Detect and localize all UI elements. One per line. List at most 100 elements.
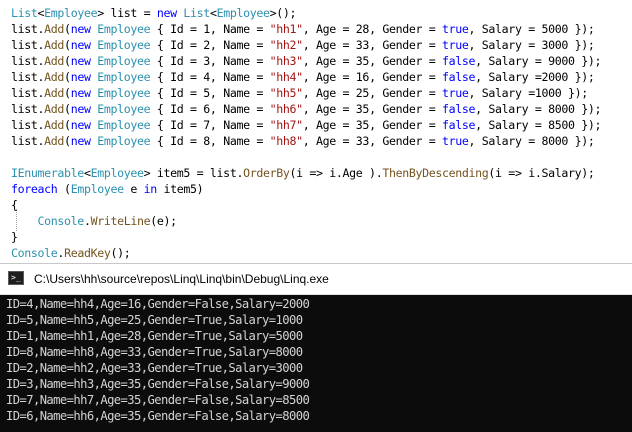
code-line: } <box>11 229 18 245</box>
code-token: "hh7" <box>269 118 304 132</box>
console-output-line: ID=7,Name=hh7,Age=35,Gender=False,Salary… <box>6 393 310 407</box>
code-line: list.Add(new Employee { Id = 8, Name = "… <box>11 133 595 149</box>
code-line: list.Add(new Employee { Id = 1, Name = "… <box>11 21 595 37</box>
code-token: { <box>11 198 18 212</box>
code-token: Employee <box>97 54 151 68</box>
code-token: , Age = 35, Gender = <box>302 118 442 132</box>
code-line: list.Add(new Employee { Id = 6, Name = "… <box>11 101 601 117</box>
code-token: false <box>442 54 476 68</box>
code-token: Employee <box>97 22 151 36</box>
code-token: Employee <box>97 118 151 132</box>
code-token: foreach <box>11 182 58 196</box>
code-token: > list = <box>97 6 157 20</box>
code-token: ThenByDescending <box>382 166 489 180</box>
code-token: { Id = 2, Name = <box>150 38 270 52</box>
code-token: "hh8" <box>269 134 304 148</box>
code-token: list. <box>11 86 45 100</box>
code-token: ( <box>64 102 71 116</box>
code-token: list. <box>11 38 45 52</box>
code-token: . <box>83 214 91 228</box>
code-token: IEnumerable <box>11 166 84 180</box>
console-output-line: ID=1,Name=hh1,Age=28,Gender=True,Salary=… <box>6 329 303 343</box>
code-token: Employee <box>90 166 144 180</box>
code-line: list.Add(new Employee { Id = 2, Name = "… <box>11 37 595 53</box>
code-token: list. <box>11 118 45 132</box>
code-token: { Id = 4, Name = <box>150 70 270 84</box>
code-token: ( <box>64 38 71 52</box>
code-token: (i => i.Age ). <box>289 166 383 180</box>
code-token: < <box>83 166 91 180</box>
code-token: > item5 = list. <box>143 166 244 180</box>
code-token: < <box>209 6 217 20</box>
code-token: , Salary = 8000 }); <box>468 134 595 148</box>
code-token: List <box>11 6 38 20</box>
console-window-icon: >_ <box>8 271 24 285</box>
console-output: ID=4,Name=hh4,Age=16,Gender=False,Salary… <box>6 296 310 424</box>
console-window[interactable]: >_ C:\Users\hh\source\repos\Linq\Linq\bi… <box>0 263 632 432</box>
code-token: new <box>70 22 91 36</box>
code-token: Employee <box>216 6 270 20</box>
console-output-line: ID=6,Name=hh6,Age=35,Gender=False,Salary… <box>6 409 310 423</box>
code-token: WriteLine <box>90 214 151 228</box>
code-line: list.Add(new Employee { Id = 5, Name = "… <box>11 85 588 101</box>
code-editor[interactable]: List<Employee> list = new List<Employee>… <box>0 0 632 263</box>
code-token: { Id = 1, Name = <box>150 22 270 36</box>
code-token: { Id = 3, Name = <box>150 54 270 68</box>
code-token: "hh6" <box>269 102 304 116</box>
code-token: , Age = 35, Gender = <box>302 54 442 68</box>
code-token: new <box>70 54 91 68</box>
code-token: ReadKey <box>64 246 111 260</box>
code-token: { Id = 7, Name = <box>150 118 270 132</box>
code-token: new <box>70 102 91 116</box>
code-token: true <box>442 86 469 100</box>
code-token: ( <box>64 22 71 36</box>
code-line: list.Add(new Employee { Id = 7, Name = "… <box>11 117 601 133</box>
code-token: Add <box>44 134 65 148</box>
console-output-line: ID=5,Name=hh5,Age=25,Gender=True,Salary=… <box>6 313 303 327</box>
code-token: list. <box>11 102 45 116</box>
code-token: ( <box>64 54 71 68</box>
code-token: false <box>442 70 476 84</box>
code-token: new <box>70 70 91 84</box>
code-token: , Salary = 8500 }); <box>475 118 602 132</box>
code-token: new <box>70 134 91 148</box>
code-token: item5) <box>156 182 204 196</box>
code-token: OrderBy <box>243 166 290 180</box>
code-token: Employee <box>44 6 98 20</box>
code-token: list. <box>11 70 45 84</box>
code-token: { Id = 5, Name = <box>150 86 270 100</box>
code-line: list.Add(new Employee { Id = 4, Name = "… <box>11 69 595 85</box>
code-token: (i => i.Salary); <box>488 166 595 180</box>
code-token: true <box>442 134 469 148</box>
code-line: IEnumerable<Employee> item5 = list.Order… <box>11 165 595 181</box>
code-line: { <box>11 197 18 213</box>
code-token: , Age = 28, Gender = <box>302 22 442 36</box>
code-line: List<Employee> list = new List<Employee>… <box>11 5 297 21</box>
code-token: new <box>156 6 177 20</box>
code-token: { Id = 8, Name = <box>150 134 270 148</box>
code-token: "hh2" <box>269 38 304 52</box>
code-token: Employee <box>97 38 151 52</box>
code-token: e <box>123 182 144 196</box>
code-token: , Salary =1000 }); <box>468 86 589 100</box>
code-token: } <box>11 230 18 244</box>
console-title-bar[interactable]: >_ C:\Users\hh\source\repos\Linq\Linq\bi… <box>0 264 632 295</box>
code-token: ( <box>64 86 71 100</box>
code-token: list. <box>11 134 45 148</box>
code-token: , Age = 25, Gender = <box>302 86 442 100</box>
code-token: , Age = 35, Gender = <box>302 102 442 116</box>
code-token: Add <box>44 70 65 84</box>
code-token: Employee <box>97 134 151 148</box>
code-token: list. <box>11 54 45 68</box>
code-token: , Salary = 3000 }); <box>468 38 595 52</box>
code-token: { Id = 6, Name = <box>150 102 270 116</box>
code-token: (); <box>110 246 131 260</box>
code-token: in <box>143 182 158 196</box>
code-token: "hh3" <box>269 54 304 68</box>
code-token: ( <box>64 134 71 148</box>
code-token: ( <box>64 70 71 84</box>
code-token: List <box>183 6 210 20</box>
code-line: Console.ReadKey(); <box>11 245 131 261</box>
code-token: Console <box>37 214 85 228</box>
